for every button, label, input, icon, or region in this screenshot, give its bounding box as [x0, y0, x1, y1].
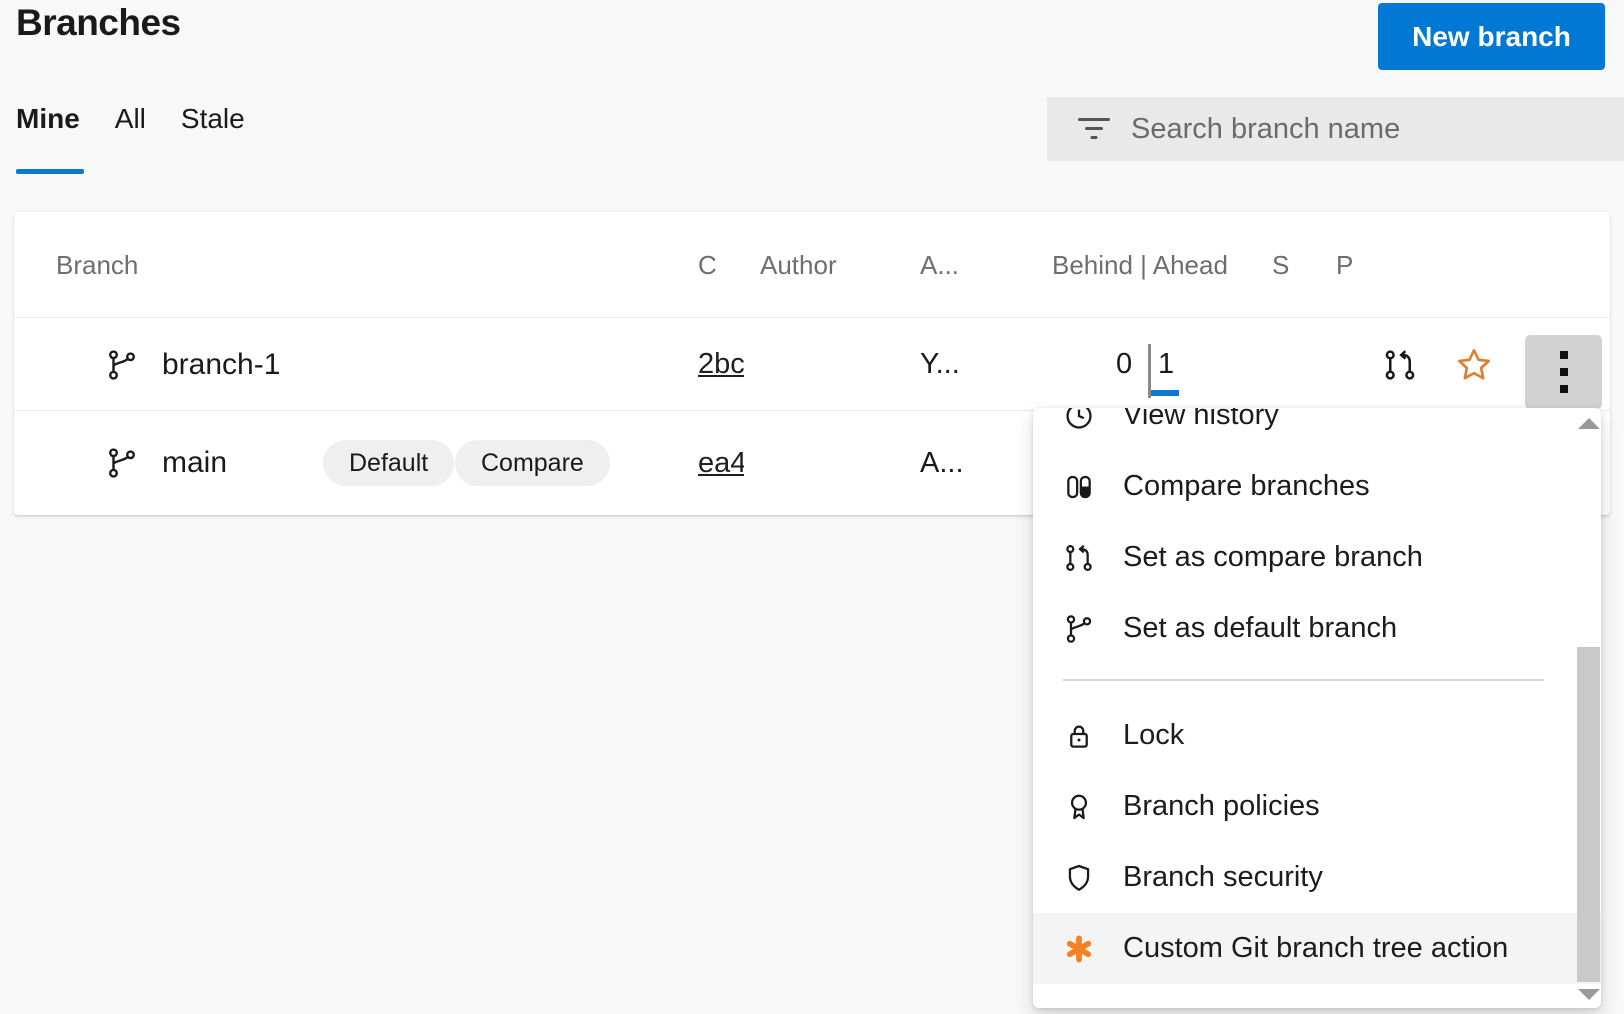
menu-item-compare-branches[interactable]: Compare branches [1033, 451, 1576, 522]
column-header-commit[interactable]: C [698, 212, 717, 318]
menu-item-label: Set as compare branch [1123, 541, 1423, 574]
menu-item-branch-policies[interactable]: Branch policies [1033, 771, 1576, 842]
new-branch-button[interactable]: New branch [1378, 3, 1605, 70]
branch-filter-tabs: Mine All Stale [16, 103, 245, 135]
set-compare-branch-icon[interactable] [1382, 319, 1418, 410]
branch-context-menu: View history Compare branches Set as [1033, 408, 1601, 1008]
scroll-down-icon[interactable] [1578, 989, 1600, 1000]
branch-name[interactable]: branch-1 [162, 319, 280, 410]
search-input[interactable] [1131, 113, 1601, 146]
more-options-button[interactable] [1525, 335, 1602, 409]
branch-name[interactable]: main [162, 411, 227, 515]
commit-cell: ea4 [698, 411, 744, 515]
compare-badge[interactable]: Compare [455, 440, 610, 486]
menu-item-lock[interactable]: Lock [1033, 700, 1576, 771]
column-header-author[interactable]: Author [760, 212, 837, 318]
ahead-count: 1 [1158, 319, 1174, 410]
menu-scrollbar[interactable] [1576, 408, 1601, 1008]
default-badge-cell: Default [323, 411, 454, 515]
git-branch-icon [1063, 613, 1095, 645]
menu-item-view-history[interactable]: View history [1033, 408, 1576, 451]
set-compare-branch-icon [1063, 542, 1095, 574]
scrollbar-thumb[interactable] [1577, 647, 1600, 982]
branch-search-box[interactable] [1047, 97, 1624, 161]
column-header-branch[interactable]: Branch [56, 212, 138, 318]
ahead-bar [1151, 390, 1179, 396]
commit-cell: 2bc [698, 319, 744, 410]
scroll-up-icon[interactable] [1578, 418, 1600, 429]
git-branch-icon [105, 319, 139, 410]
menu-item-label: Custom Git branch tree action [1123, 932, 1508, 965]
favorite-star-icon[interactable] [1454, 319, 1494, 410]
menu-item-set-as-compare-branch[interactable]: Set as compare branch [1033, 522, 1576, 593]
policies-ribbon-icon [1063, 791, 1095, 823]
column-header-pull-request[interactable]: P [1336, 212, 1353, 318]
menu-item-set-as-default-branch[interactable]: Set as default branch [1033, 593, 1576, 664]
asterisk-icon [1063, 933, 1095, 965]
compare-badge-cell: Compare [455, 411, 610, 515]
page-title: Branches [16, 2, 181, 44]
commit-link[interactable]: ea4 [698, 447, 744, 480]
behind-count: 0 [1116, 319, 1132, 410]
menu-item-label: View history [1123, 408, 1279, 432]
tab-stale[interactable]: Stale [181, 103, 245, 135]
active-tab-underline [16, 169, 84, 174]
menu-item-custom-git-branch-tree-action[interactable]: Custom Git branch tree action [1033, 913, 1601, 984]
column-header-status[interactable]: S [1272, 212, 1289, 318]
default-badge: Default [323, 440, 454, 486]
menu-item-label: Compare branches [1123, 470, 1370, 503]
compare-branches-icon [1063, 471, 1095, 503]
menu-item-label: Branch security [1123, 861, 1323, 894]
lock-icon [1063, 720, 1095, 752]
commit-link[interactable]: 2bc [698, 348, 744, 381]
security-shield-icon [1063, 862, 1095, 894]
git-branch-icon [105, 411, 139, 515]
column-header-authored-date[interactable]: A... [920, 212, 959, 318]
menu-item-label: Set as default branch [1123, 612, 1397, 645]
filter-icon [1077, 116, 1111, 142]
authored-date: Y... [920, 319, 960, 410]
menu-divider [1063, 679, 1544, 681]
history-clock-icon [1063, 408, 1095, 432]
menu-item-branch-security[interactable]: Branch security [1033, 842, 1576, 913]
menu-item-label: Lock [1123, 719, 1184, 752]
tab-mine[interactable]: Mine [16, 103, 80, 135]
authored-date: A... [920, 411, 964, 515]
more-options-icon [1560, 351, 1568, 393]
context-menu-list: View history Compare branches Set as [1033, 408, 1576, 984]
menu-item-label: Branch policies [1123, 790, 1320, 823]
tab-all[interactable]: All [115, 103, 146, 135]
column-header-behind-ahead[interactable]: Behind | Ahead [1052, 212, 1228, 318]
table-header-row: Branch C Author A... Behind | Ahead S P [14, 212, 1610, 318]
table-row-branch-1[interactable]: branch-1 2bc Y... 0 1 [14, 319, 1610, 411]
